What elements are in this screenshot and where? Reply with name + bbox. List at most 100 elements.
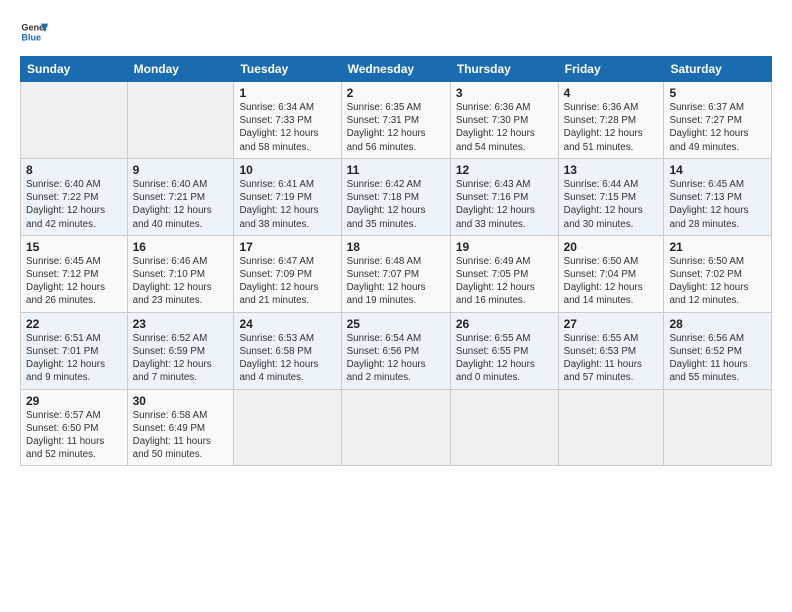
day-info: Sunrise: 6:53 AM Sunset: 6:58 PM Dayligh… bbox=[239, 332, 335, 385]
calendar-day-cell bbox=[341, 389, 450, 466]
day-number: 11 bbox=[347, 163, 445, 177]
day-info: Sunrise: 6:45 AM Sunset: 7:13 PM Dayligh… bbox=[669, 178, 766, 231]
calendar-day-cell: 20Sunrise: 6:50 AM Sunset: 7:04 PM Dayli… bbox=[558, 235, 664, 312]
day-number: 24 bbox=[239, 317, 335, 331]
day-info: Sunrise: 6:58 AM Sunset: 6:49 PM Dayligh… bbox=[133, 409, 229, 462]
calendar-day-cell bbox=[664, 389, 772, 466]
calendar-day-cell: 9Sunrise: 6:40 AM Sunset: 7:21 PM Daylig… bbox=[127, 158, 234, 235]
calendar-day-cell bbox=[234, 389, 341, 466]
day-number: 19 bbox=[456, 240, 553, 254]
day-number: 18 bbox=[347, 240, 445, 254]
weekday-header: Sunday bbox=[21, 57, 128, 82]
calendar-day-cell: 15Sunrise: 6:45 AM Sunset: 7:12 PM Dayli… bbox=[21, 235, 128, 312]
day-info: Sunrise: 6:57 AM Sunset: 6:50 PM Dayligh… bbox=[26, 409, 122, 462]
calendar-day-cell bbox=[127, 82, 234, 159]
day-info: Sunrise: 6:40 AM Sunset: 7:22 PM Dayligh… bbox=[26, 178, 122, 231]
day-number: 26 bbox=[456, 317, 553, 331]
day-info: Sunrise: 6:42 AM Sunset: 7:18 PM Dayligh… bbox=[347, 178, 445, 231]
calendar-day-cell: 10Sunrise: 6:41 AM Sunset: 7:19 PM Dayli… bbox=[234, 158, 341, 235]
calendar-day-cell: 3Sunrise: 6:36 AM Sunset: 7:30 PM Daylig… bbox=[450, 82, 558, 159]
calendar-day-cell: 24Sunrise: 6:53 AM Sunset: 6:58 PM Dayli… bbox=[234, 312, 341, 389]
day-number: 28 bbox=[669, 317, 766, 331]
day-number: 21 bbox=[669, 240, 766, 254]
day-number: 30 bbox=[133, 394, 229, 408]
day-number: 15 bbox=[26, 240, 122, 254]
day-info: Sunrise: 6:50 AM Sunset: 7:02 PM Dayligh… bbox=[669, 255, 766, 308]
day-number: 8 bbox=[26, 163, 122, 177]
calendar-day-cell: 12Sunrise: 6:43 AM Sunset: 7:16 PM Dayli… bbox=[450, 158, 558, 235]
day-number: 2 bbox=[347, 86, 445, 100]
calendar-day-cell: 2Sunrise: 6:35 AM Sunset: 7:31 PM Daylig… bbox=[341, 82, 450, 159]
day-number: 29 bbox=[26, 394, 122, 408]
calendar-day-cell: 29Sunrise: 6:57 AM Sunset: 6:50 PM Dayli… bbox=[21, 389, 128, 466]
day-number: 22 bbox=[26, 317, 122, 331]
calendar-day-cell: 14Sunrise: 6:45 AM Sunset: 7:13 PM Dayli… bbox=[664, 158, 772, 235]
day-info: Sunrise: 6:55 AM Sunset: 6:55 PM Dayligh… bbox=[456, 332, 553, 385]
weekday-header: Tuesday bbox=[234, 57, 341, 82]
day-info: Sunrise: 6:51 AM Sunset: 7:01 PM Dayligh… bbox=[26, 332, 122, 385]
calendar-day-cell bbox=[450, 389, 558, 466]
day-info: Sunrise: 6:55 AM Sunset: 6:53 PM Dayligh… bbox=[564, 332, 659, 385]
calendar-day-cell: 23Sunrise: 6:52 AM Sunset: 6:59 PM Dayli… bbox=[127, 312, 234, 389]
day-number: 17 bbox=[239, 240, 335, 254]
weekday-header: Friday bbox=[558, 57, 664, 82]
calendar-day-cell: 28Sunrise: 6:56 AM Sunset: 6:52 PM Dayli… bbox=[664, 312, 772, 389]
logo: General Blue bbox=[20, 18, 48, 46]
page-header: General Blue bbox=[20, 18, 772, 46]
calendar-day-cell: 5Sunrise: 6:37 AM Sunset: 7:27 PM Daylig… bbox=[664, 82, 772, 159]
calendar-week-row: 29Sunrise: 6:57 AM Sunset: 6:50 PM Dayli… bbox=[21, 389, 772, 466]
day-number: 25 bbox=[347, 317, 445, 331]
calendar-day-cell bbox=[558, 389, 664, 466]
calendar-week-row: 8Sunrise: 6:40 AM Sunset: 7:22 PM Daylig… bbox=[21, 158, 772, 235]
day-number: 5 bbox=[669, 86, 766, 100]
day-info: Sunrise: 6:40 AM Sunset: 7:21 PM Dayligh… bbox=[133, 178, 229, 231]
day-info: Sunrise: 6:49 AM Sunset: 7:05 PM Dayligh… bbox=[456, 255, 553, 308]
day-info: Sunrise: 6:46 AM Sunset: 7:10 PM Dayligh… bbox=[133, 255, 229, 308]
day-info: Sunrise: 6:54 AM Sunset: 6:56 PM Dayligh… bbox=[347, 332, 445, 385]
weekday-header: Monday bbox=[127, 57, 234, 82]
calendar-day-cell: 30Sunrise: 6:58 AM Sunset: 6:49 PM Dayli… bbox=[127, 389, 234, 466]
day-number: 23 bbox=[133, 317, 229, 331]
day-number: 27 bbox=[564, 317, 659, 331]
day-number: 12 bbox=[456, 163, 553, 177]
day-info: Sunrise: 6:36 AM Sunset: 7:28 PM Dayligh… bbox=[564, 101, 659, 154]
day-number: 9 bbox=[133, 163, 229, 177]
day-number: 16 bbox=[133, 240, 229, 254]
weekday-header: Thursday bbox=[450, 57, 558, 82]
day-info: Sunrise: 6:41 AM Sunset: 7:19 PM Dayligh… bbox=[239, 178, 335, 231]
day-info: Sunrise: 6:43 AM Sunset: 7:16 PM Dayligh… bbox=[456, 178, 553, 231]
calendar-day-cell: 8Sunrise: 6:40 AM Sunset: 7:22 PM Daylig… bbox=[21, 158, 128, 235]
calendar-day-cell bbox=[21, 82, 128, 159]
weekday-header: Saturday bbox=[664, 57, 772, 82]
calendar-day-cell: 16Sunrise: 6:46 AM Sunset: 7:10 PM Dayli… bbox=[127, 235, 234, 312]
day-info: Sunrise: 6:36 AM Sunset: 7:30 PM Dayligh… bbox=[456, 101, 553, 154]
calendar-day-cell: 1Sunrise: 6:34 AM Sunset: 7:33 PM Daylig… bbox=[234, 82, 341, 159]
calendar-day-cell: 18Sunrise: 6:48 AM Sunset: 7:07 PM Dayli… bbox=[341, 235, 450, 312]
day-info: Sunrise: 6:34 AM Sunset: 7:33 PM Dayligh… bbox=[239, 101, 335, 154]
day-info: Sunrise: 6:35 AM Sunset: 7:31 PM Dayligh… bbox=[347, 101, 445, 154]
calendar-body: 1Sunrise: 6:34 AM Sunset: 7:33 PM Daylig… bbox=[21, 82, 772, 466]
calendar-day-cell: 19Sunrise: 6:49 AM Sunset: 7:05 PM Dayli… bbox=[450, 235, 558, 312]
day-info: Sunrise: 6:52 AM Sunset: 6:59 PM Dayligh… bbox=[133, 332, 229, 385]
day-info: Sunrise: 6:47 AM Sunset: 7:09 PM Dayligh… bbox=[239, 255, 335, 308]
logo-icon: General Blue bbox=[20, 18, 48, 46]
day-number: 3 bbox=[456, 86, 553, 100]
day-info: Sunrise: 6:37 AM Sunset: 7:27 PM Dayligh… bbox=[669, 101, 766, 154]
calendar-header: SundayMondayTuesdayWednesdayThursdayFrid… bbox=[21, 57, 772, 82]
calendar-day-cell: 4Sunrise: 6:36 AM Sunset: 7:28 PM Daylig… bbox=[558, 82, 664, 159]
calendar-day-cell: 22Sunrise: 6:51 AM Sunset: 7:01 PM Dayli… bbox=[21, 312, 128, 389]
day-number: 1 bbox=[239, 86, 335, 100]
calendar-week-row: 1Sunrise: 6:34 AM Sunset: 7:33 PM Daylig… bbox=[21, 82, 772, 159]
calendar-day-cell: 26Sunrise: 6:55 AM Sunset: 6:55 PM Dayli… bbox=[450, 312, 558, 389]
day-info: Sunrise: 6:56 AM Sunset: 6:52 PM Dayligh… bbox=[669, 332, 766, 385]
calendar-day-cell: 25Sunrise: 6:54 AM Sunset: 6:56 PM Dayli… bbox=[341, 312, 450, 389]
day-info: Sunrise: 6:48 AM Sunset: 7:07 PM Dayligh… bbox=[347, 255, 445, 308]
calendar-day-cell: 21Sunrise: 6:50 AM Sunset: 7:02 PM Dayli… bbox=[664, 235, 772, 312]
day-number: 13 bbox=[564, 163, 659, 177]
day-number: 20 bbox=[564, 240, 659, 254]
calendar-day-cell: 17Sunrise: 6:47 AM Sunset: 7:09 PM Dayli… bbox=[234, 235, 341, 312]
day-info: Sunrise: 6:45 AM Sunset: 7:12 PM Dayligh… bbox=[26, 255, 122, 308]
calendar-day-cell: 13Sunrise: 6:44 AM Sunset: 7:15 PM Dayli… bbox=[558, 158, 664, 235]
calendar-week-row: 22Sunrise: 6:51 AM Sunset: 7:01 PM Dayli… bbox=[21, 312, 772, 389]
weekday-header: Wednesday bbox=[341, 57, 450, 82]
